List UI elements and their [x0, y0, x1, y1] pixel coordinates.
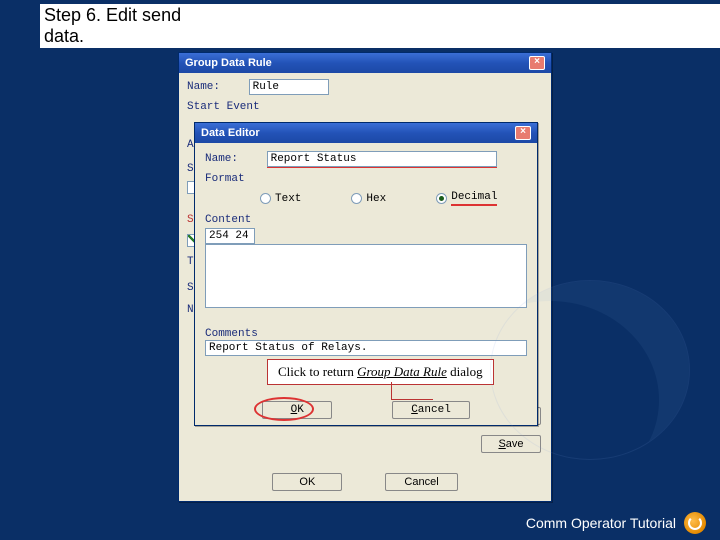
editor-name-label: Name: [205, 153, 260, 165]
format-label: Format [205, 173, 260, 185]
start-event-label: Start Event [187, 101, 543, 113]
comments-label: Comments [205, 328, 527, 340]
back-ok-button[interactable]: OK [272, 473, 342, 491]
content-value[interactable]: 254 24 [205, 228, 255, 244]
data-editor-dialog: Data Editor × Name: Format Text Hex Deci… [194, 122, 538, 426]
step-heading: Step 6. Edit send data. [40, 4, 720, 48]
content-textarea[interactable] [205, 244, 527, 308]
footer: Comm Operator Tutorial [526, 512, 706, 534]
close-icon[interactable]: × [529, 56, 545, 70]
callout-pointer [391, 382, 433, 400]
editor-name-input[interactable] [267, 151, 497, 167]
back-cancel-button[interactable]: Cancel [385, 473, 457, 491]
format-decimal-radio[interactable]: Decimal [436, 191, 497, 206]
format-text-radio[interactable]: Text [260, 193, 301, 205]
rule-name-input[interactable] [249, 79, 329, 95]
format-hex-radio[interactable]: Hex [351, 193, 386, 205]
comments-input[interactable] [205, 340, 527, 356]
logo-icon [684, 512, 706, 534]
data-editor-title: Data Editor [201, 127, 260, 139]
editor-cancel-button[interactable]: Cancel [392, 401, 470, 419]
callout-tip: Click to return Group Data Rule dialog [267, 359, 494, 385]
group-data-rule-title: Group Data Rule [185, 57, 272, 69]
content-label: Content [205, 214, 527, 226]
data-editor-titlebar[interactable]: Data Editor × [195, 123, 537, 143]
footer-text: Comm Operator Tutorial [526, 515, 676, 531]
close-icon[interactable]: × [515, 126, 531, 140]
editor-ok-button[interactable]: OK [262, 401, 332, 419]
group-data-rule-titlebar[interactable]: Group Data Rule × [179, 53, 551, 73]
name-label: Name: [187, 81, 242, 93]
save-button[interactable]: Save [481, 435, 541, 453]
